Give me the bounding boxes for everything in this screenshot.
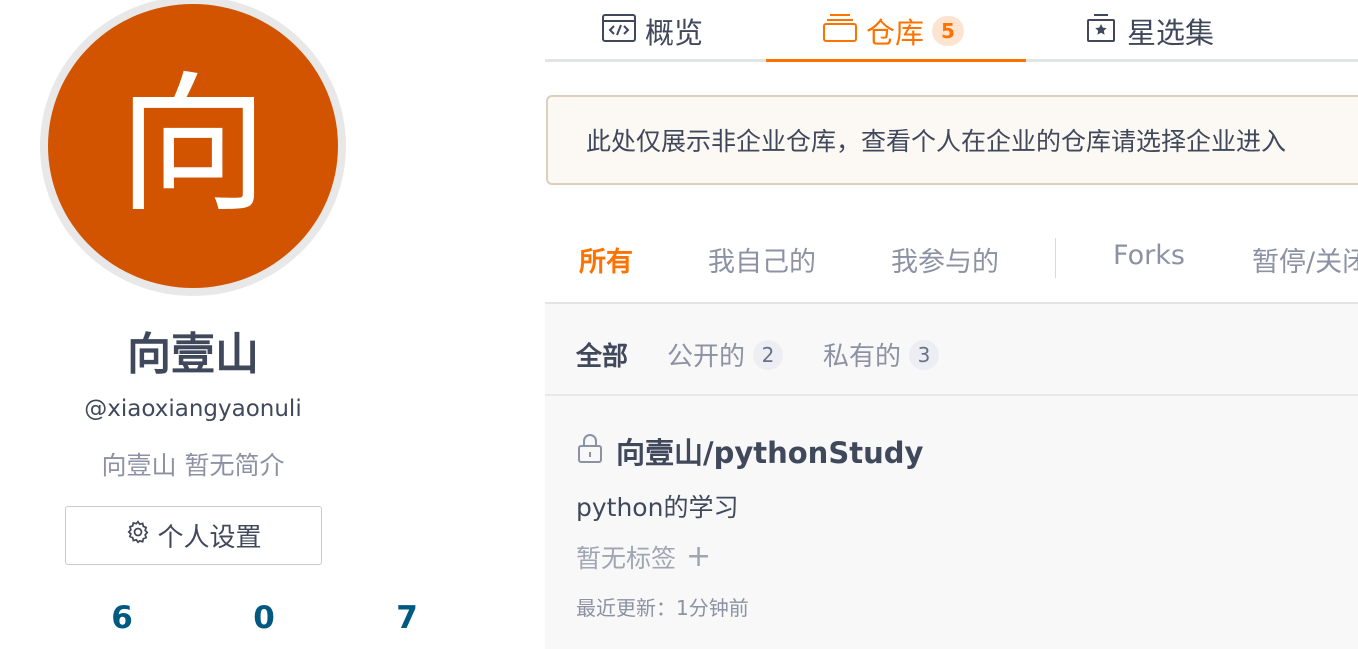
personal-settings-button[interactable]: 个人设置 [65,506,322,565]
avatar[interactable]: 向 [48,4,338,288]
stat-value[interactable]: 6 [92,600,152,636]
tab-star-collections[interactable]: 星选集 [1083,0,1214,62]
repo-tags: 暂无标签 + [576,539,711,575]
filter-paused-closed[interactable]: 暂停/关闭 [1252,240,1358,279]
repo-list-panel: 全部 公开的 2 私有的 3 向壹山/pythonStudy python的学习… [545,304,1358,649]
repo-description: python的学习 [576,493,739,522]
repo-count-badge: 5 [932,16,965,46]
stat-value[interactable]: 7 [377,600,437,636]
avatar-ring: 向 [40,0,346,296]
add-tag-button[interactable]: + [686,542,711,572]
repo-name: 向壹山/pythonStudy [616,436,924,470]
filter-all[interactable]: 所有 [579,240,633,279]
user-handle: @xiaoxiangyaonuli [84,396,302,422]
tab-overview[interactable]: 概览 [601,0,703,62]
tab-label: 概览 [645,16,704,50]
user-name: 向壹山 [127,329,259,380]
filter-forks[interactable]: Forks [1113,240,1185,271]
tab-repositories[interactable]: 仓库 5 [822,0,965,62]
personal-settings-label: 个人设置 [157,523,262,553]
user-bio: 向壹山 暂无简介 [101,451,285,480]
profile-tabs: 概览 仓库 5 星选集 [545,0,1358,62]
visibility-label: 私有的 [823,342,902,372]
star-box-icon [1083,12,1119,51]
lock-icon [576,432,604,471]
filter-participated[interactable]: 我参与的 [891,240,999,279]
stack-icon [822,12,858,51]
filter-mine[interactable]: 我自己的 [708,240,816,279]
no-tags-label: 暂无标签 [576,544,677,573]
active-tab-indicator [766,59,1026,62]
repo-updated-time: 最近更新：1分钟前 [576,596,749,620]
visibility-filters: 全部 公开的 2 私有的 3 [545,304,1358,396]
private-count-badge: 3 [909,339,940,370]
code-window-icon [601,12,637,51]
profile-stats: 6 0 7 [0,600,540,640]
enterprise-notice: 此处仅展示非企业仓库，查看个人在企业的仓库请选择企业进入 [546,95,1358,185]
visibility-public[interactable]: 公开的 2 [667,336,784,373]
stat-value[interactable]: 0 [234,600,294,636]
gear-icon [125,519,151,552]
tab-label: 星选集 [1127,16,1215,50]
visibility-label: 全部 [576,342,629,372]
visibility-label: 公开的 [667,342,746,372]
public-count-badge: 2 [753,339,784,370]
filter-divider [1055,238,1056,278]
visibility-all[interactable]: 全部 [576,336,628,373]
repo-filter-tabs: 所有 我自己的 我参与的 Forks 暂停/关闭 [545,222,1358,304]
repo-title-link[interactable]: 向壹山/pythonStudy [576,430,923,472]
tab-label: 仓库 [866,16,925,50]
visibility-private[interactable]: 私有的 3 [823,336,940,373]
